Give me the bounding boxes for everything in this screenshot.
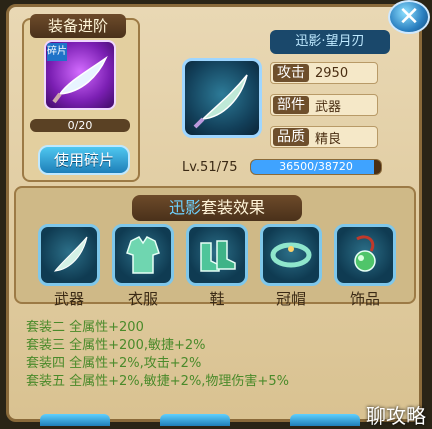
weapon-name: 迅影·望月刃 [270,30,390,54]
boots-icon [200,240,236,272]
amulet-icon [354,235,376,272]
armor-icon [126,236,160,274]
exp-text: 36500/38720 [279,160,353,173]
set-slot-clothes[interactable] [112,224,174,286]
set-slot-label: 衣服 [127,290,158,308]
stat-value: 武器 [315,99,342,115]
stat-label: 品质 [273,128,309,146]
set-title-rest: 套装效果 [201,198,266,217]
set-title-highlight: 迅影 [168,198,201,217]
stat-row-attack: 攻击 2950 [270,62,378,84]
fragment-progress-text: 0/20 [67,119,93,132]
close-button[interactable]: ✕ [388,0,430,34]
set-slot-shoes[interactable] [186,224,248,286]
bottom-button[interactable] [40,414,110,426]
set-bonus-line: 套装五 全属性+2%,敏捷+2%,物理伤害+5% [26,374,289,389]
stat-row-quality: 品质 精良 [270,126,378,148]
set-slot-label: 武器 [53,290,84,308]
use-fragment-button[interactable]: 使用碎片 [38,145,130,175]
set-slot-label: 饰品 [349,290,380,308]
set-bonus-line: 套装四 全属性+2%,攻击+2% [26,356,202,371]
stat-label: 部件 [273,96,309,114]
curved-blade-icon [193,74,248,129]
set-title: 迅影套装效果 [132,195,302,221]
stat-label: 攻击 [273,64,309,82]
close-icon: ✕ [398,2,420,32]
set-slot-helmet[interactable] [260,224,322,286]
bottom-button[interactable] [290,414,360,426]
stat-row-part: 部件 武器 [270,94,378,116]
set-slot-label: 冠帽 [275,290,306,308]
set-bonus-line: 套装二 全属性+200 [26,320,144,335]
fragment-item-slot[interactable]: 碎片 [44,40,116,110]
bottom-button[interactable] [160,414,230,426]
stat-value: 精良 [315,131,342,147]
helmet-icon [270,242,312,268]
set-slot-weapon[interactable] [38,224,100,286]
watermark: 聊攻略 [366,404,426,428]
set-bonus-line: 套装三 全属性+200,敏捷+2% [26,338,206,353]
weapon-slot[interactable] [182,58,262,138]
stat-value: 2950 [315,65,349,81]
set-slot-accessory[interactable] [334,224,396,286]
level-text: Lv.51/75 [182,160,238,175]
curved-blade-icon [53,236,88,272]
fragment-tag: 碎片 [47,43,67,61]
upgrade-title: 装备进阶 [30,14,126,38]
set-slot-label: 鞋 [209,290,225,308]
